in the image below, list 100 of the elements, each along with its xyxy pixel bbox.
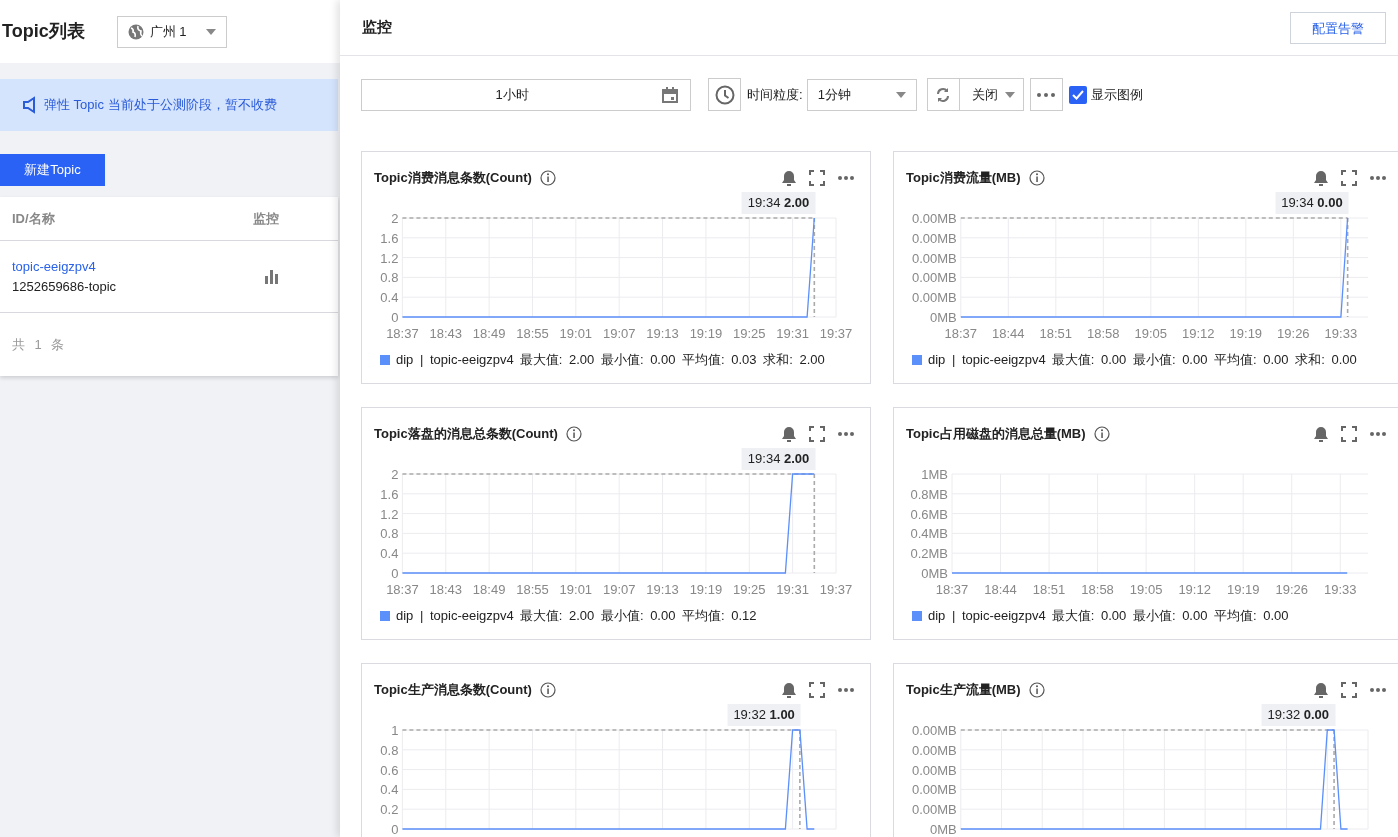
fullscreen-icon[interactable] — [1341, 426, 1357, 442]
more-icon[interactable] — [1370, 176, 1386, 180]
axis-label: 18:37 — [935, 582, 969, 597]
info-icon[interactable] — [539, 170, 556, 186]
total-count: 共 1 条 — [11, 335, 69, 354]
axis-label: 19:19 — [689, 582, 723, 597]
axis-label: 19:07 — [602, 326, 636, 341]
axis-label: 0.8 — [380, 270, 399, 286]
more-icon[interactable] — [838, 688, 854, 692]
more-icon[interactable] — [838, 176, 854, 180]
chart-title: Topic生产消息条数(Count) — [374, 681, 532, 700]
axis-label: 0.4MB — [910, 526, 948, 542]
axis-label: 0.2MB — [910, 546, 948, 562]
caret-icon — [1004, 91, 1015, 98]
axis-label: 19:12 — [1178, 582, 1211, 597]
more-button[interactable] — [1029, 78, 1063, 111]
chart-tooltip: 19:34 2.00 — [741, 192, 816, 214]
chart-tooltip: 19:34 2.00 — [741, 448, 816, 470]
legend-stats: 最大值: 2.00 最小值: 0.00 平均值: 0.03 求和: 2.00 — [519, 351, 825, 370]
axis-label: 0.4 — [380, 546, 399, 562]
region-select[interactable]: 广州 1 — [116, 15, 227, 48]
axis-label: 19:13 — [646, 326, 679, 341]
page-title: Topic列表 — [2, 20, 85, 43]
clock-icon — [714, 84, 735, 105]
axis-label: 18:49 — [472, 326, 506, 341]
axis-label: 0.8 — [380, 742, 399, 758]
axis-label: 0.4 — [380, 290, 399, 306]
axis-label: 19:01 — [559, 326, 593, 341]
legend-stats: 最大值: 0.00 最小值: 0.00 平均值: 0.00 — [1051, 607, 1289, 626]
axis-label: 18:58 — [1081, 582, 1114, 597]
axis-label: 18:43 — [429, 582, 463, 597]
axis-label: 18:55 — [516, 326, 549, 341]
refresh-button[interactable] — [926, 78, 960, 111]
granularity-select[interactable]: 1分钟 — [806, 78, 917, 111]
axis-label: 0MB — [930, 822, 957, 837]
axis-label: 18:44 — [992, 326, 1025, 341]
topic-link[interactable]: topic-eeigzpv4 — [12, 257, 253, 277]
axis-label: 0.00MB — [912, 802, 957, 818]
bell-icon[interactable] — [1313, 682, 1329, 698]
axis-label: 19:33 — [1324, 582, 1357, 597]
axis-label: 19:01 — [559, 582, 593, 597]
chart-tooltip: 19:34 0.00 — [1275, 192, 1349, 214]
axis-label: 19:13 — [646, 582, 679, 597]
axis-label: 0.00MB — [912, 742, 957, 758]
legend-stats: 最大值: 0.00 最小值: 0.00 平均值: 0.00 求和: 0.00 — [1051, 351, 1357, 370]
series-name: dip | topic-eeigzpv4 — [396, 351, 514, 370]
clock-button[interactable] — [708, 78, 741, 111]
fullscreen-icon[interactable] — [1341, 682, 1357, 698]
bell-icon[interactable] — [781, 170, 797, 186]
chart-title: Topic落盘的消息总条数(Count) — [374, 425, 558, 444]
column-header: ID/名称 — [12, 209, 56, 228]
fullscreen-icon[interactable] — [809, 426, 825, 442]
alarm-button[interactable]: 配置告警 — [1290, 11, 1386, 44]
legend-stats: 最大值: 2.00 最小值: 0.00 平均值: 0.12 — [519, 607, 757, 626]
axis-label: 19:19 — [689, 326, 723, 341]
axis-label: 0.00MB — [912, 211, 957, 226]
axis-label: 0.2 — [380, 802, 399, 818]
create-button[interactable]: 新建Topic — [0, 154, 105, 186]
axis-label: 19:19 — [1229, 326, 1263, 341]
axis-label: 19:26 — [1275, 582, 1308, 597]
axis-label: 19:25 — [733, 326, 766, 341]
axis-label: 18:44 — [984, 582, 1017, 597]
axis-label: 1.6 — [380, 230, 399, 246]
show-legend-checkbox[interactable] — [1068, 85, 1087, 104]
series-name: dip | topic-eeigzpv4 — [928, 607, 1046, 626]
chart-tooltip: 19:32 0.00 — [1261, 704, 1336, 726]
axis-label: 0.6MB — [910, 506, 948, 522]
panel-title: 监控 — [362, 17, 392, 38]
axis-label: 1.6 — [380, 486, 399, 502]
axis-label: 0.00MB — [912, 230, 957, 246]
fullscreen-icon[interactable] — [1341, 170, 1357, 186]
info-icon[interactable] — [1028, 682, 1045, 698]
axis-label: 0.00MB — [912, 723, 957, 738]
fullscreen-icon[interactable] — [809, 170, 825, 186]
bell-icon[interactable] — [1313, 426, 1329, 442]
bell-icon[interactable] — [781, 426, 797, 442]
time-range-field[interactable]: 1小时 — [361, 78, 691, 111]
more-icon[interactable] — [1370, 688, 1386, 692]
chart-title: Topic消费消息条数(Count) — [374, 169, 532, 188]
notice-text: 弹性 Topic 当前处于公测阶段，暂不收费 — [44, 96, 277, 115]
bell-icon[interactable] — [781, 682, 797, 698]
chart-title: Topic占用磁盘的消息总量(MB) — [906, 425, 1086, 444]
calendar-icon — [662, 86, 678, 103]
axis-label: 0 — [391, 566, 399, 581]
more-icon[interactable] — [838, 432, 854, 436]
axis-label: 19:05 — [1129, 582, 1163, 597]
axis-label: 0.00MB — [912, 290, 957, 306]
axis-label: 0.00MB — [912, 782, 957, 798]
fullscreen-icon[interactable] — [809, 682, 825, 698]
axis-label: 19:26 — [1277, 326, 1310, 341]
bar-chart-icon[interactable] — [265, 269, 278, 284]
info-icon[interactable] — [1028, 170, 1045, 186]
info-icon[interactable] — [539, 682, 556, 698]
auto-refresh-select[interactable]: 关闭 — [959, 78, 1024, 111]
info-icon[interactable] — [565, 426, 582, 442]
info-icon[interactable] — [1093, 426, 1110, 442]
axis-label: 0.8 — [380, 526, 399, 542]
bell-icon[interactable] — [1313, 170, 1329, 186]
series-name: dip | topic-eeigzpv4 — [928, 351, 1046, 370]
more-icon[interactable] — [1370, 432, 1386, 436]
